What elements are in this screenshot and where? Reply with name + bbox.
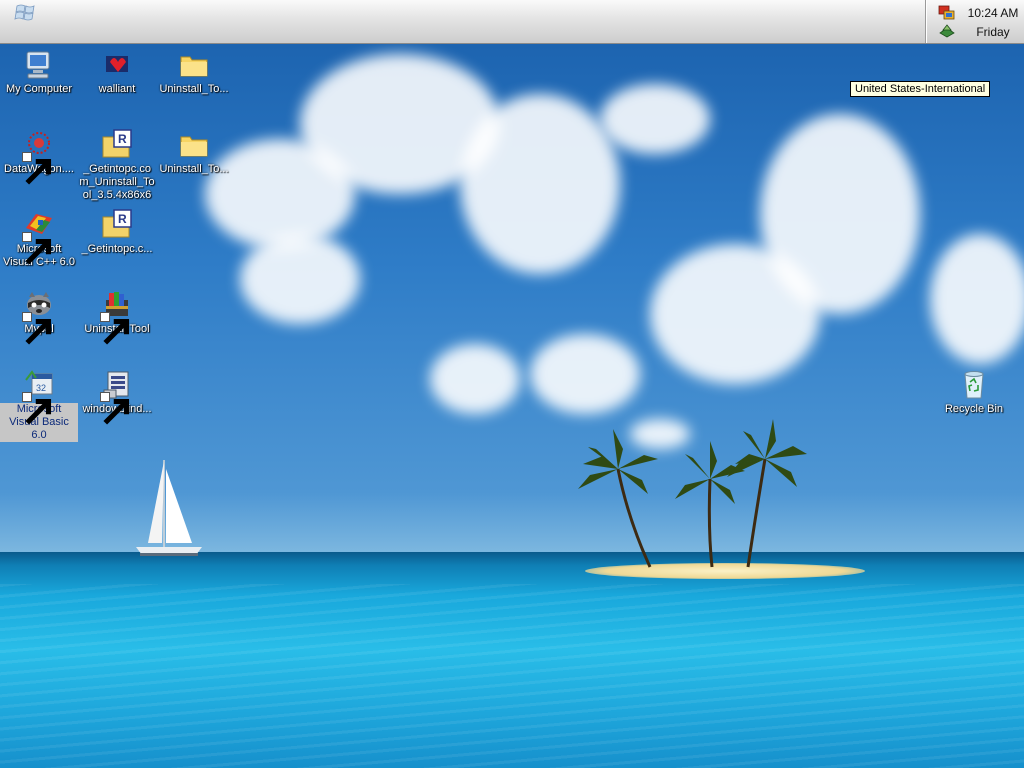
desktop-icon-walliant[interactable]: walliant	[78, 48, 156, 96]
network-icon[interactable]	[938, 5, 956, 21]
desktop-icon-label: _Getintopc.com_Uninstall_Tool_3.5.4x86x6	[79, 163, 155, 201]
desktop-icon-visual-basic[interactable]: 32 Microsoft Visual Basic 6.0	[0, 368, 78, 442]
desktop-icon-uninstall-tool[interactable]: Uninstall Tool	[78, 288, 156, 345]
desktop-icon-getintopc[interactable]: R _Getintopc.c...	[78, 208, 156, 256]
archive-icon: R	[100, 208, 134, 242]
language-tooltip: United States-International	[850, 81, 991, 97]
cloud	[930, 234, 1024, 364]
language-icon[interactable]	[938, 24, 956, 38]
uninstall-tool-icon	[100, 288, 134, 345]
windowblinds-icon	[100, 368, 134, 425]
desktop-icon-mypal[interactable]: Mypal	[0, 288, 78, 345]
shortcut-arrow-icon	[22, 312, 52, 345]
svg-text:R: R	[118, 132, 127, 146]
shortcut-arrow-icon	[22, 392, 52, 425]
start-button[interactable]	[14, 2, 38, 24]
desktop-icon-my-computer[interactable]: My Computer	[0, 48, 78, 96]
desktop-icon-label: walliant	[98, 83, 136, 95]
shortcut-arrow-icon	[22, 152, 52, 185]
shortcut-arrow-icon	[22, 232, 52, 265]
desktop-icon-visual-cpp[interactable]: Microsoft Visual C++ 6.0	[0, 208, 78, 269]
clock-time[interactable]: 10:24 AM	[966, 6, 1020, 20]
cloud	[760, 114, 920, 314]
palm-trees	[578, 419, 807, 568]
folder-icon	[177, 48, 211, 82]
desktop-icon-uninstall-folder-2[interactable]: Uninstall_To...	[155, 128, 233, 176]
cloud	[430, 344, 520, 414]
cloud	[240, 234, 360, 324]
computer-icon	[22, 48, 56, 82]
desktop-icon-label: Uninstall_To...	[159, 83, 229, 95]
sailboat	[136, 460, 202, 556]
desktop-icon-label: Recycle Bin	[944, 403, 1004, 415]
recycle-bin-icon	[957, 368, 991, 402]
desktop-icon-uninstall-folder[interactable]: Uninstall_To...	[155, 48, 233, 96]
shortcut-arrow-icon	[100, 312, 130, 345]
visual-basic-icon: 32	[22, 368, 56, 425]
desktop-icon-label: _Getintopc.c...	[81, 243, 153, 255]
folder-icon	[177, 128, 211, 162]
svg-text:32: 32	[36, 383, 46, 393]
desktop-icon-label: My Computer	[5, 83, 73, 95]
cloud	[530, 334, 640, 414]
desktop-icon-label: Uninstall_To...	[159, 163, 229, 175]
datawagon-icon	[22, 128, 56, 185]
windows-logo-icon	[14, 4, 35, 21]
desktop-icon-windowblinds[interactable]: windowblind...	[78, 368, 156, 425]
desktop-icon-getintopc-uninstall-tool[interactable]: R _Getintopc.com_Uninstall_Tool_3.5.4x86…	[78, 128, 156, 202]
desktop-icon-datawagon[interactable]: DataWagon....	[0, 128, 78, 185]
sea-sheen	[0, 584, 1024, 768]
system-tray: 10:24 AM Friday	[925, 0, 1024, 43]
desktop-icon-recycle-bin[interactable]: Recycle Bin	[935, 368, 1013, 416]
taskbar: 10:24 AM Friday	[0, 0, 1024, 44]
clock-day[interactable]: Friday	[966, 25, 1020, 39]
svg-text:R: R	[118, 212, 127, 226]
shortcut-arrow-icon	[100, 392, 130, 425]
cloud	[600, 84, 710, 154]
visual-cpp-icon	[22, 208, 56, 265]
cloud	[460, 94, 620, 274]
archive-icon: R	[100, 128, 134, 162]
mypal-icon	[22, 288, 56, 345]
walliant-icon	[100, 48, 134, 82]
